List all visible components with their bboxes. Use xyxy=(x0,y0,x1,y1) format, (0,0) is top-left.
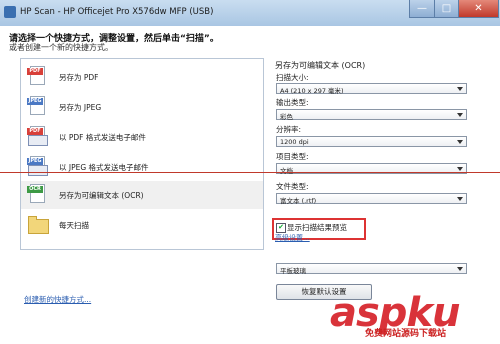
shortcut-email-pdf[interactable]: PDF 以 PDF 格式发送电子邮件 xyxy=(21,123,263,150)
output-type-select[interactable]: 彩色 xyxy=(276,109,467,121)
source-select[interactable]: 平板玻璃 xyxy=(276,263,467,275)
shortcut-save-ocr[interactable]: OCR 另存为可编辑文本 (OCR) xyxy=(21,181,263,209)
shortcut-label: 另存为 PDF xyxy=(59,73,99,82)
resolution-value: 1200 dpi xyxy=(280,138,309,146)
minimize-button[interactable]: — xyxy=(409,0,435,18)
resolution-label: 分辨率: xyxy=(276,125,302,134)
shortcut-label: 每天扫描 xyxy=(59,221,89,230)
watermark-subtitle: 免费网站源码下载站 xyxy=(365,329,447,339)
annotation-line xyxy=(0,172,500,173)
app-icon xyxy=(4,6,16,18)
chevron-down-icon xyxy=(457,140,463,144)
file-type-value: 富文本 (.rtf) xyxy=(280,197,317,205)
ocr-document-icon: OCR xyxy=(27,183,49,205)
source-value: 平板玻璃 xyxy=(280,267,306,275)
preview-checkbox-label[interactable]: 显示扫描结果预览 xyxy=(287,222,347,233)
close-button[interactable]: ✕ xyxy=(458,0,499,18)
file-type-label: 文件类型: xyxy=(276,182,309,191)
maximize-button[interactable]: □ xyxy=(434,0,459,18)
panel-title: 另存为可编辑文本 (OCR) xyxy=(275,61,366,70)
file-type-select[interactable]: 富文本 (.rtf) xyxy=(276,193,467,205)
chevron-down-icon xyxy=(457,267,463,271)
window-title: HP Scan - HP Officejet Pro X576dw MFP (U… xyxy=(20,7,214,17)
scan-size-select[interactable]: A4 (210 x 297 毫米) xyxy=(276,83,467,95)
jpeg-email-icon: JPEG xyxy=(27,155,49,177)
item-type-value: 文档 xyxy=(280,167,293,175)
advanced-settings-link[interactable]: 高级设置... xyxy=(275,233,310,243)
shortcut-label: 另存为可编辑文本 (OCR) xyxy=(59,191,144,200)
scan-size-value: A4 (210 x 297 毫米) xyxy=(280,87,344,95)
subinstruction-text: 或者创建一个新的快捷方式。 xyxy=(9,43,113,52)
shortcut-list: PDF 另存为 PDF JPEG 另存为 JPEG PDF 以 PDF 格式发送… xyxy=(20,58,264,250)
chevron-down-icon xyxy=(457,197,463,201)
shortcut-save-jpeg[interactable]: JPEG 另存为 JPEG xyxy=(21,93,263,120)
shortcut-email-jpeg[interactable]: JPEG 以 JPEG 格式发送电子邮件 xyxy=(21,153,263,180)
shortcut-daily-scan[interactable]: 每天扫描 xyxy=(21,211,263,238)
shortcut-save-pdf[interactable]: PDF 另存为 PDF xyxy=(21,63,263,90)
pdf-document-icon: PDF xyxy=(27,65,49,87)
folder-icon xyxy=(27,213,49,235)
pdf-email-icon: PDF xyxy=(27,125,49,147)
create-shortcut-link[interactable]: 创建新的快捷方式... xyxy=(24,294,91,305)
jpeg-document-icon: JPEG xyxy=(27,95,49,117)
chevron-down-icon xyxy=(457,113,463,117)
chevron-down-icon xyxy=(457,87,463,91)
resolution-select[interactable]: 1200 dpi xyxy=(276,136,467,147)
shortcut-label: 以 PDF 格式发送电子邮件 xyxy=(59,133,146,142)
shortcut-label: 另存为 JPEG xyxy=(59,103,102,112)
item-type-label: 项目类型: xyxy=(276,152,309,161)
output-type-value: 彩色 xyxy=(280,113,293,121)
preview-checkbox[interactable]: ✔ xyxy=(276,223,286,233)
chevron-down-icon xyxy=(457,167,463,171)
scan-size-label: 扫描大小: xyxy=(276,73,309,82)
output-type-label: 输出类型: xyxy=(276,98,309,107)
